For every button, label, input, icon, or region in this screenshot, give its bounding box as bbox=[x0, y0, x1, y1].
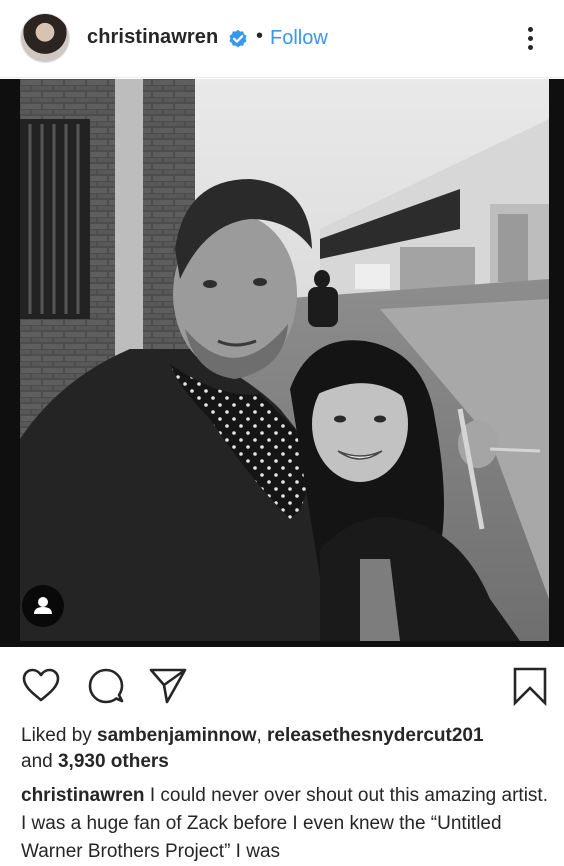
post-image[interactable] bbox=[0, 79, 564, 647]
likes-summary: Liked by sambenjaminnow, releasethesnyde… bbox=[21, 723, 556, 775]
liker-username-1[interactable]: sambenjaminnow bbox=[97, 725, 256, 746]
liker-username-2[interactable]: releasethesnydercut201 bbox=[267, 725, 484, 746]
likes-prefix: Liked by bbox=[21, 725, 98, 746]
verified-badge-icon bbox=[229, 29, 247, 48]
separator-dot: • bbox=[256, 25, 264, 47]
caption-username[interactable]: christinawren bbox=[21, 785, 145, 806]
likes-and: and bbox=[21, 751, 58, 772]
follow-button[interactable]: Follow bbox=[270, 27, 328, 50]
post-header: christinawren • Follow bbox=[0, 0, 564, 78]
bookmark-icon[interactable] bbox=[510, 666, 550, 706]
post-actions-bar bbox=[0, 660, 564, 712]
likes-others-count[interactable]: 3,930 others bbox=[58, 751, 169, 772]
share-icon[interactable] bbox=[148, 666, 188, 706]
comment-icon[interactable] bbox=[86, 666, 126, 706]
username-link[interactable]: christinawren bbox=[87, 26, 218, 49]
post-photo bbox=[20, 79, 549, 641]
post-caption: christinawren I could never over shout o… bbox=[21, 782, 556, 866]
profile-avatar[interactable] bbox=[21, 14, 69, 62]
user-tag-icon[interactable] bbox=[22, 585, 64, 627]
likes-separator: , bbox=[256, 725, 268, 746]
heart-icon[interactable] bbox=[21, 666, 61, 706]
more-options-icon[interactable] bbox=[521, 24, 541, 54]
